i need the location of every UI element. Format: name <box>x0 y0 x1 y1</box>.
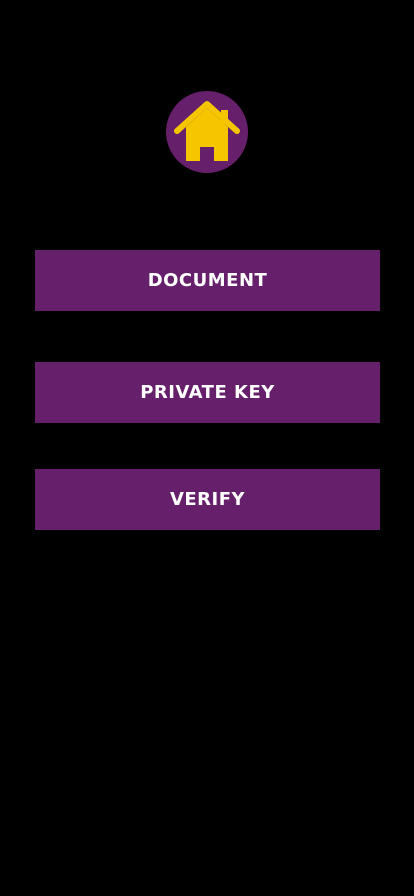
document-button[interactable]: DOCUMENT <box>35 250 380 311</box>
home-logo[interactable] <box>166 91 248 173</box>
verify-button[interactable]: VERIFY <box>35 469 380 530</box>
document-button-label: DOCUMENT <box>147 270 268 291</box>
private-key-button-label: PRIVATE KEY <box>140 382 275 403</box>
private-key-button[interactable]: PRIVATE KEY <box>35 362 380 423</box>
verify-button-label: VERIFY <box>169 489 246 510</box>
home-icon <box>174 101 240 161</box>
